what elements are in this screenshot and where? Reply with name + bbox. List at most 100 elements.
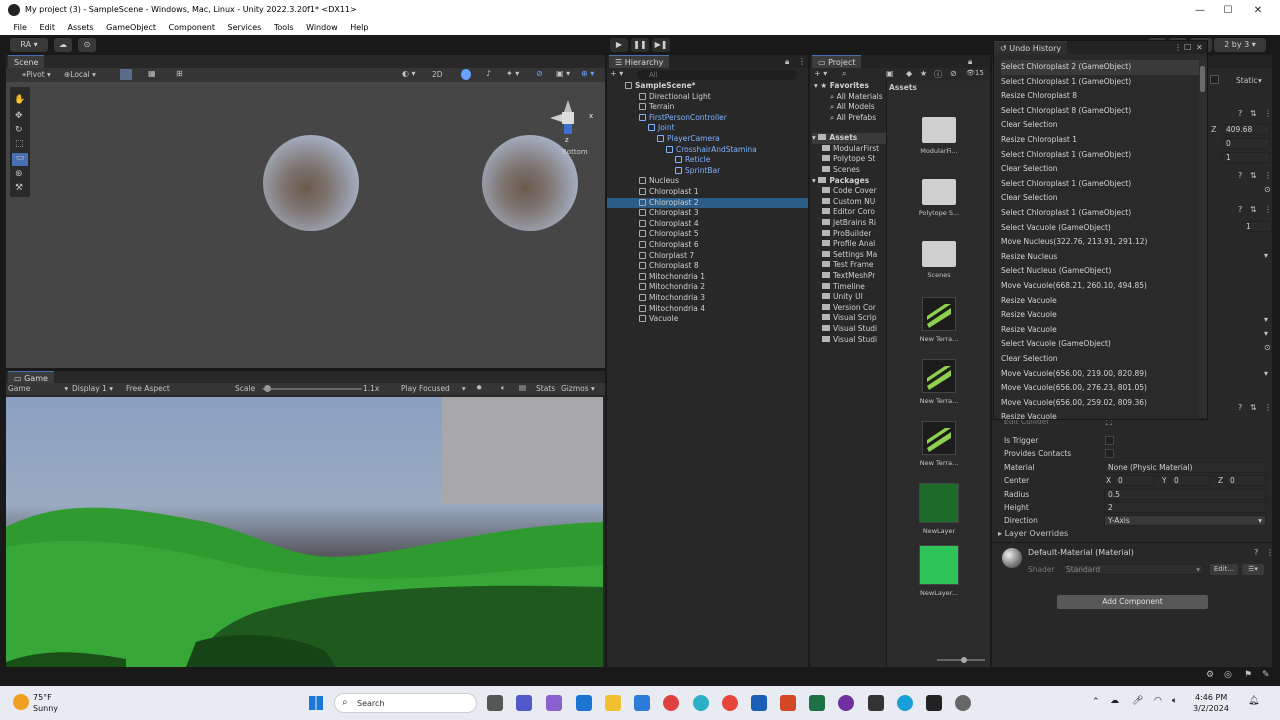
- undo-history-item[interactable]: Resize Nucleus: [1001, 250, 1199, 265]
- app-icon[interactable]: [663, 695, 679, 711]
- volume-icon[interactable]: 🔈︎: [1172, 696, 1177, 706]
- hierarchy-item[interactable]: Chloroplast 1: [607, 187, 808, 198]
- shading-icon[interactable]: ◐ ▾: [402, 69, 416, 78]
- scene-camera-icon[interactable]: ▣ ▾: [556, 69, 570, 78]
- undo-history-item[interactable]: Clear Selection: [1001, 352, 1199, 367]
- hierarchy-item[interactable]: Chloroplast 2: [607, 197, 808, 209]
- undo-scrollbar[interactable]: [1199, 60, 1207, 418]
- clock-date[interactable]: 3/2/2024: [1193, 704, 1229, 713]
- menu-window[interactable]: Window: [301, 21, 343, 35]
- package-folder[interactable]: Test Frame: [822, 260, 874, 271]
- menu-gameobject[interactable]: GameObject: [101, 21, 161, 35]
- undo-history-item[interactable]: Move Nucleus(322.76, 213.91, 291.12): [1001, 235, 1199, 250]
- asset-tile[interactable]: New Terra...: [915, 359, 963, 405]
- undo-history-item[interactable]: Select Chloroplast 1 (GameObject): [1001, 75, 1199, 90]
- dropdown-icon[interactable]: ▾: [1264, 369, 1268, 378]
- menu-file[interactable]: File: [9, 21, 32, 35]
- tab-hierarchy[interactable]: ☰ Hierarchy: [609, 55, 670, 68]
- hierarchy-item[interactable]: CrosshairAndStamina: [607, 145, 808, 156]
- material-field[interactable]: None (Physic Material): [1104, 462, 1266, 473]
- mute-icon[interactable]: 🔈︎: [501, 383, 506, 393]
- cloud-icon[interactable]: ☁: [54, 38, 72, 52]
- menu-tools[interactable]: Tools: [269, 21, 299, 35]
- target-icon[interactable]: ⊙: [1264, 185, 1271, 194]
- component-menu-icon[interactable]: ⋮: [1264, 205, 1272, 214]
- tray-icon[interactable]: ☁: [1110, 696, 1119, 706]
- weather-icon[interactable]: [13, 694, 29, 710]
- hierarchy-item[interactable]: Joint: [607, 123, 808, 134]
- package-folder[interactable]: ProBuilder: [822, 229, 871, 240]
- undo-history-item[interactable]: Move Vacuole(656.00, 219.00, 820.89): [1001, 367, 1199, 382]
- asset-tile[interactable]: Polytope S...: [915, 173, 963, 217]
- hierarchy-item[interactable]: SampleScene*: [607, 81, 808, 92]
- close-button[interactable]: ✕: [1243, 2, 1273, 19]
- hidden-packages-icon[interactable]: ⊘: [950, 69, 957, 78]
- info-icon[interactable]: ⓘ: [934, 69, 942, 80]
- undo-history-item[interactable]: Clear Selection: [1001, 162, 1199, 177]
- asset-tile[interactable]: New Terra...: [915, 421, 963, 467]
- word-icon[interactable]: [751, 695, 767, 711]
- menu-component[interactable]: Component: [164, 21, 220, 35]
- snap-icon[interactable]: ⊞: [176, 69, 183, 78]
- dropdown-icon[interactable]: ▾: [1264, 251, 1268, 260]
- hierarchy-item[interactable]: Chloroplast 6: [607, 240, 808, 251]
- scale-tool-icon[interactable]: ⬚: [15, 139, 24, 149]
- hierarchy-item[interactable]: Chloroplast 5: [607, 229, 808, 240]
- pause-button[interactable]: ❚❚: [631, 38, 649, 52]
- provides-contacts-checkbox[interactable]: [1105, 449, 1114, 458]
- unity-hub-icon[interactable]: [868, 695, 884, 711]
- star-icon[interactable]: ★: [920, 69, 927, 78]
- undo-history-item[interactable]: Move Vacuole(656.00, 259.02, 809.36): [1001, 396, 1199, 411]
- asset-folder[interactable]: Polytope St: [822, 154, 875, 165]
- hierarchy-item[interactable]: Mitochondria 3: [607, 293, 808, 304]
- taskbar-search-input[interactable]: ⌕ Search: [334, 693, 477, 713]
- maximize-button[interactable]: ☐: [1213, 2, 1243, 19]
- excel-icon[interactable]: [809, 695, 825, 711]
- file-explorer-icon[interactable]: [605, 695, 621, 711]
- component-menu-icon[interactable]: ⋮: [1266, 548, 1274, 557]
- orientation-gizmo[interactable]: x z Bottom: [546, 100, 601, 156]
- rect-tool-icon[interactable]: ▭: [12, 153, 28, 166]
- menu-assets[interactable]: Assets: [63, 21, 99, 35]
- package-folder[interactable]: Editor Coro: [822, 207, 875, 218]
- hierarchy-item[interactable]: Chloroplast 3: [607, 208, 808, 219]
- store-icon[interactable]: [634, 695, 650, 711]
- grid-icon[interactable]: ▦: [148, 69, 156, 78]
- wifi-icon[interactable]: ◠: [1154, 696, 1162, 706]
- game-mode-dropdown[interactable]: Game ▾: [8, 384, 68, 393]
- bug-icon[interactable]: ✹: [476, 383, 482, 392]
- package-folder[interactable]: Timeline: [822, 282, 865, 293]
- undo-history-item[interactable]: Resize Chloroplast 8: [1001, 89, 1199, 104]
- asset-folder[interactable]: Scenes: [822, 165, 860, 176]
- package-folder[interactable]: Unity UI: [822, 292, 863, 303]
- add-component-button[interactable]: Add Component: [1057, 595, 1208, 609]
- undo-history-item[interactable]: Select Nucleus (GameObject): [1001, 264, 1199, 279]
- create-asset-button[interactable]: + ▾: [814, 69, 827, 78]
- undo-history-item[interactable]: Select Chloroplast 1 (GameObject): [1001, 206, 1199, 221]
- task-view-icon[interactable]: [487, 695, 503, 711]
- package-folder[interactable]: Settings Ma: [822, 250, 877, 261]
- effects-icon[interactable]: ✦ ▾: [506, 69, 519, 78]
- undo-history-item[interactable]: Clear Selection: [1001, 118, 1199, 133]
- move-tool-icon[interactable]: ✥: [15, 111, 23, 121]
- component-menu-icon[interactable]: ⋮: [1264, 109, 1272, 118]
- filter-icon[interactable]: ▣: [886, 69, 894, 78]
- undo-menu-icon[interactable]: ⋮: [1174, 43, 1182, 52]
- packages-header[interactable]: ▾ Packages: [812, 176, 869, 187]
- help-icon[interactable]: ?: [1238, 403, 1242, 412]
- undo-close-icon[interactable]: ✕: [1196, 43, 1203, 52]
- hierarchy-item[interactable]: Vacuole: [607, 314, 808, 325]
- asset-tile[interactable]: Scenes: [915, 235, 963, 279]
- tray-icon[interactable]: 🎤︎: [1132, 696, 1143, 706]
- package-folder[interactable]: Version Cor: [822, 303, 876, 314]
- start-icon[interactable]: [309, 696, 323, 710]
- transform-tool-icon[interactable]: ⊛: [15, 169, 23, 179]
- component-settings-icon[interactable]: ⇅: [1250, 109, 1257, 118]
- asset-tile[interactable]: NewLayer: [915, 483, 963, 535]
- lighting-icon[interactable]: [461, 69, 471, 80]
- zoom-slider-handle[interactable]: [961, 657, 967, 663]
- hidden-objects-icon[interactable]: ⊘: [536, 69, 543, 78]
- aspect-dropdown[interactable]: Free Aspect: [126, 384, 170, 393]
- help-icon[interactable]: ?: [1238, 109, 1242, 118]
- hierarchy-item[interactable]: FirstPersonController: [607, 113, 808, 124]
